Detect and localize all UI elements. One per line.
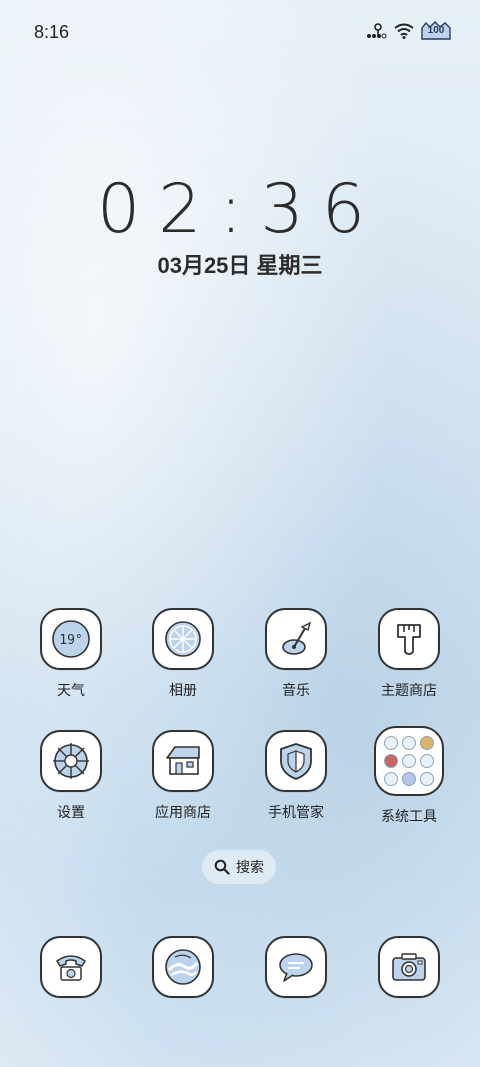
dock-browser[interactable]	[128, 936, 238, 998]
messages-icon	[279, 953, 313, 982]
app-gallery[interactable]: 相册	[128, 608, 238, 700]
gallery-icon	[165, 621, 201, 657]
app-label: 音乐	[282, 682, 310, 698]
status-icons: 100	[366, 20, 452, 42]
app-folder-system-tools[interactable]: 系统工具	[354, 726, 464, 826]
settings-icon	[53, 743, 89, 779]
battery-icon: 100	[420, 20, 452, 42]
app-label: 主题商店	[381, 682, 437, 698]
dock-phone[interactable]	[16, 936, 126, 998]
folder-app-icon	[384, 736, 398, 750]
app-music[interactable]: 音乐	[241, 608, 351, 700]
phone-icon	[56, 955, 86, 981]
status-bar: 8:16 100	[0, 0, 480, 68]
folder-app-icon	[402, 772, 416, 786]
app-store-icon	[166, 746, 200, 775]
app-label: 手机管家	[268, 804, 324, 820]
dock-camera[interactable]	[354, 936, 464, 998]
theme-store-icon	[397, 624, 421, 655]
clock-date[interactable]: 03月25日 星期三	[0, 248, 480, 280]
folder-app-icon	[384, 772, 398, 786]
folder-app-icon	[420, 772, 434, 786]
svg-text:19°: 19°	[59, 633, 82, 648]
app-label: 系统工具	[381, 808, 437, 824]
wifi-icon	[394, 23, 414, 39]
app-app-store[interactable]: 应用商店	[128, 730, 238, 822]
search-button[interactable]: 搜索	[202, 850, 276, 884]
app-theme-store[interactable]: 主题商店	[354, 608, 464, 700]
search-label: 搜索	[236, 859, 264, 875]
folder-app-icon	[384, 754, 398, 768]
app-label: 相册	[169, 682, 197, 698]
app-settings[interactable]: 设置	[16, 730, 126, 822]
weather-icon: 19°	[52, 620, 90, 658]
system-tools-folder-icon	[374, 726, 444, 796]
phone-manager-icon	[280, 743, 312, 780]
battery-level: 100	[427, 25, 445, 36]
folder-app-icon	[420, 754, 434, 768]
search-icon	[214, 859, 230, 875]
folder-app-icon	[420, 736, 434, 750]
app-label: 应用商店	[155, 804, 211, 820]
app-weather[interactable]: 19° 天气	[16, 608, 126, 700]
dock-messages[interactable]	[241, 936, 351, 998]
folder-app-icon	[402, 754, 416, 768]
camera-icon	[392, 953, 426, 981]
folder-app-icon	[402, 736, 416, 750]
app-phone-manager[interactable]: 手机管家	[241, 730, 351, 822]
status-time: 8:16	[34, 22, 70, 42]
app-label: 设置	[57, 804, 85, 820]
music-icon	[282, 621, 312, 655]
browser-icon	[165, 949, 201, 985]
clock-time[interactable]: 02:36	[0, 170, 480, 250]
data-key-icon	[367, 23, 387, 39]
app-label: 天气	[57, 682, 85, 698]
